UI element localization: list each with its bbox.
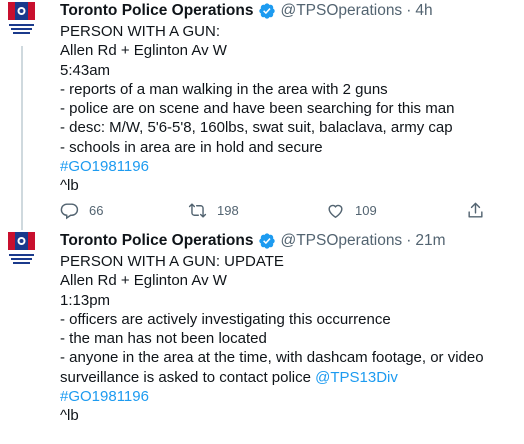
tweet-text: PERSON WITH A GUN: UPDATE Allen Rd + Egl… <box>60 252 524 426</box>
retweet-icon <box>188 203 207 218</box>
toronto-police-logo-icon[interactable] <box>8 2 35 42</box>
signature: ^lb <box>60 407 79 425</box>
hashtag-link[interactable]: #GO1981196 <box>60 387 524 406</box>
tweet-line: PERSON WITH A GUN: <box>60 23 221 40</box>
tweet-line: 1:13pm <box>60 291 111 309</box>
author-handle[interactable]: @TPSOperations <box>280 232 402 250</box>
separator-dot: · <box>406 2 412 19</box>
retweet-count: 198 <box>217 203 239 218</box>
reply-icon <box>60 203 79 220</box>
timestamp[interactable]: 21m <box>415 232 445 250</box>
mention-link[interactable]: @TPS13Div <box>315 369 398 386</box>
tweet-header: Toronto Police Operations @TPSOperations… <box>60 230 524 252</box>
tweet-header: Toronto Police Operations @TPSOperations… <box>60 0 524 22</box>
like-count: 109 <box>355 203 377 218</box>
thread-connector <box>21 46 23 230</box>
tweet-line: - anyone in the area at the time, with d… <box>60 349 484 367</box>
tweet-line-text: surveillance is asked to contact police <box>60 368 316 386</box>
verified-badge-icon <box>259 233 276 249</box>
tweet-line: - desc: M/W, 5'6-5'8, 160lbs, swat suit,… <box>60 119 453 137</box>
tweet-line: - reports of a man walking in the area w… <box>60 80 388 98</box>
reply-count: 66 <box>89 203 104 218</box>
share-button[interactable] <box>466 201 495 220</box>
tweet-line: Allen Rd + Eglinton Av W <box>60 42 227 60</box>
tweet-line: 5:43am <box>60 61 111 79</box>
tweet: Toronto Police Operations @TPSOperations… <box>0 0 524 230</box>
tweet-line: Allen Rd + Eglinton Av W <box>60 272 227 290</box>
share-icon <box>468 202 483 218</box>
tweet-actions: 66 198 109 <box>60 201 500 225</box>
tweet-line: - officers are actively investigating th… <box>60 310 391 328</box>
separator-dot: · <box>406 232 412 249</box>
like-button[interactable]: 109 <box>326 201 377 220</box>
tweet-line: - the man has not been located <box>60 330 267 348</box>
toronto-police-logo-icon[interactable] <box>8 232 35 272</box>
tweet-line: - schools in area are in hold and secure <box>60 138 323 156</box>
author-name[interactable]: Toronto Police Operations <box>60 2 253 20</box>
heart-icon <box>328 204 343 219</box>
retweet-button[interactable]: 198 <box>188 201 239 220</box>
verified-badge-icon <box>259 3 276 19</box>
tweet: Toronto Police Operations @TPSOperations… <box>0 230 524 444</box>
signature: ^lb <box>60 177 79 195</box>
tweet-line: surveillance is asked to contact police … <box>60 368 524 387</box>
tweet-text: PERSON WITH A GUN: Allen Rd + Eglinton A… <box>60 22 524 196</box>
tweet-line: - police are on scene and have been sear… <box>60 100 455 118</box>
timestamp[interactable]: 4h <box>415 2 432 20</box>
hashtag-link[interactable]: #GO1981196 <box>60 157 524 176</box>
author-handle[interactable]: @TPSOperations <box>280 2 402 20</box>
reply-button[interactable]: 66 <box>60 201 103 220</box>
author-name[interactable]: Toronto Police Operations <box>60 232 253 250</box>
tweet-line: PERSON WITH A GUN: UPDATE <box>60 253 284 270</box>
